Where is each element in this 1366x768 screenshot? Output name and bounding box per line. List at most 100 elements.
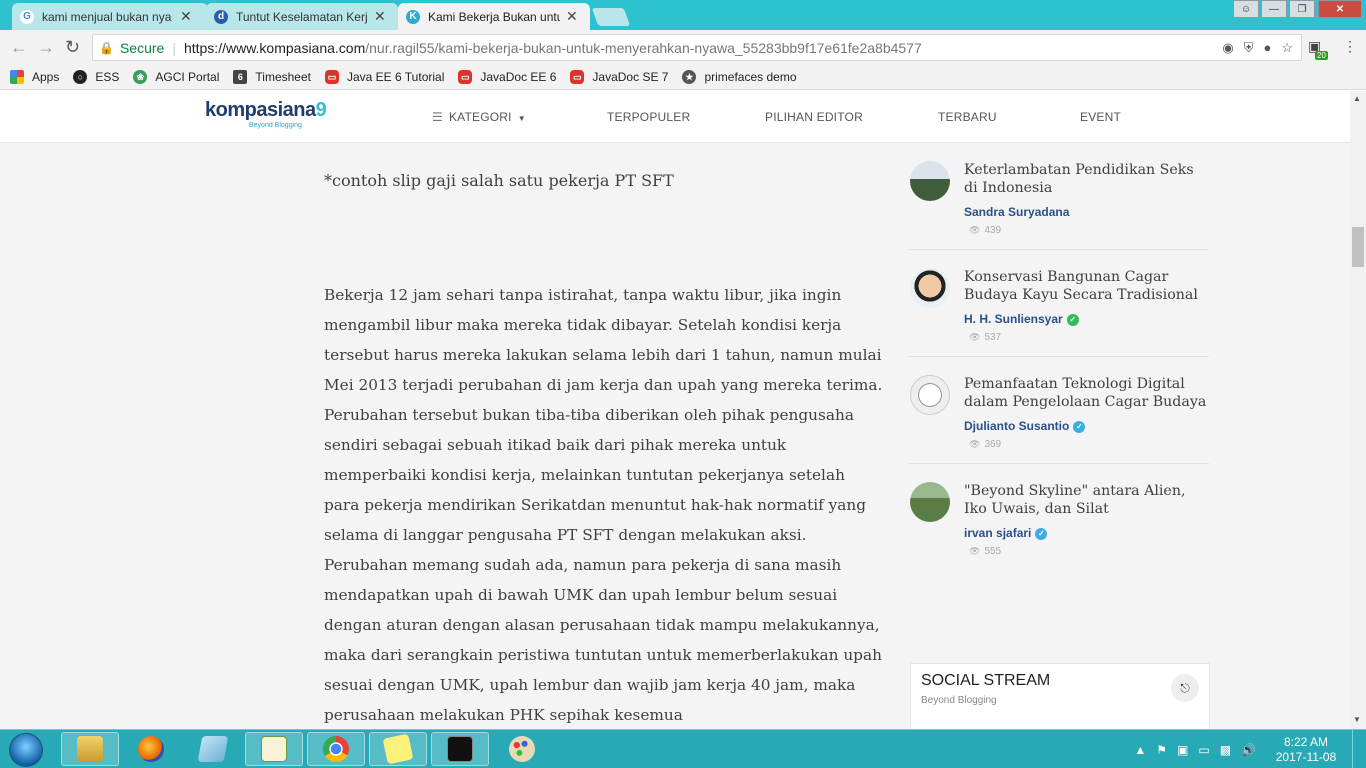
bookmark-label: Apps	[32, 70, 60, 84]
scroll-down-icon[interactable]: ▼	[1353, 715, 1361, 724]
sidebar-item-author[interactable]: Djulianto Susantio ✓	[964, 419, 1086, 433]
paint-icon	[509, 736, 535, 762]
eye-icon: 👁	[969, 332, 981, 342]
taskbar-explorer[interactable]	[61, 732, 119, 766]
bookmark-agci[interactable]: ❀ AGCI Portal	[133, 70, 219, 84]
verified-check-icon: ✓	[1073, 421, 1086, 433]
tab-1[interactable]: d Tuntut Keselamatan Kerja ✕	[206, 3, 398, 30]
network-icon[interactable]: ▩	[1220, 743, 1231, 757]
sidebar-item[interactable]: "Beyond Skyline" antara Alien, Iko Uwais…	[909, 464, 1209, 571]
star-icon[interactable]: ☆	[1281, 40, 1293, 56]
taskbar-firefox[interactable]	[122, 732, 180, 766]
adblock-icon[interactable]: ●	[1263, 40, 1271, 56]
logo-text: kompasiana	[205, 99, 316, 121]
taskbar-cmd[interactable]	[431, 732, 489, 766]
volume-icon[interactable]: 🔊	[1241, 743, 1256, 757]
view-count: 439	[984, 225, 1002, 236]
logo-tagline: Beyond Blogging	[249, 122, 302, 129]
bookmark-label: ESS	[95, 70, 120, 84]
bookmark-timesheet[interactable]: 6 Timesheet	[233, 70, 311, 84]
monitor-icon[interactable]: ▭	[1198, 743, 1209, 757]
sidebar-item[interactable]: Keterlambatan Pendidikan Seks di Indones…	[909, 143, 1209, 250]
taskbar-notepadpp[interactable]	[245, 732, 303, 766]
nav-pilihan-editor[interactable]: PILIHAN EDITOR	[765, 110, 863, 124]
bookmark-apps[interactable]: Apps	[10, 70, 59, 84]
scrollbar-thumb[interactable]	[1352, 227, 1364, 267]
nav-kategori[interactable]: ☰ KATEGORI ▼	[432, 110, 526, 124]
back-icon[interactable]: ←	[10, 38, 28, 56]
extension-badge: 20	[1315, 51, 1328, 60]
close-icon[interactable]: ✕	[374, 8, 386, 25]
bookmark-label: primefaces demo	[704, 70, 797, 84]
site-d-icon: d	[214, 9, 228, 24]
sidebar-item-title[interactable]: Konservasi Bangunan Cagar Budaya Kayu Se…	[964, 268, 1209, 304]
bookmark-primefaces[interactable]: ★ primefaces demo	[682, 70, 797, 84]
minimize-button[interactable]: —	[1261, 0, 1287, 18]
nav-terpopuler[interactable]: TERPOPULER	[607, 110, 690, 124]
sidebar-item-title[interactable]: Pemanfaatan Teknologi Digital dalam Peng…	[964, 375, 1209, 411]
sidebar-item[interactable]: Konservasi Bangunan Cagar Budaya Kayu Se…	[909, 250, 1209, 357]
social-stream-subtitle: Beyond Blogging	[921, 695, 997, 706]
close-window-button[interactable]: ✕	[1318, 0, 1362, 18]
cmd-icon	[447, 736, 473, 762]
clock-date: 2017-11-08	[1275, 749, 1337, 764]
sidebar-item-title[interactable]: "Beyond Skyline" antara Alien, Iko Uwais…	[964, 482, 1209, 518]
sidebar-item-author[interactable]: irvan sjafari ✓	[964, 526, 1048, 540]
lock-icon: 🔒	[99, 40, 114, 55]
maximize-button[interactable]: ❐	[1289, 0, 1315, 18]
sidebar-item-author[interactable]: Sandra Suryadana	[964, 205, 1069, 219]
clock[interactable]: 8:22 AM 2017-11-08	[1266, 735, 1346, 765]
close-icon[interactable]: ✕	[180, 8, 192, 25]
tab-2-active[interactable]: K Kami Bekerja Bukan untu ✕	[398, 3, 590, 30]
bookmark-javadoc-se7[interactable]: ▭ JavaDoc SE 7	[570, 70, 668, 84]
page-scrollbar[interactable]: ▲ ▼	[1350, 91, 1366, 729]
author-name: Sandra Suryadana	[964, 205, 1070, 219]
taskbar-notepad[interactable]	[184, 732, 242, 766]
taskbar-sticky-notes[interactable]	[369, 732, 427, 766]
start-button[interactable]	[3, 731, 51, 767]
bookmark-ess[interactable]: ○ ESS	[73, 70, 119, 84]
avatar	[910, 482, 950, 522]
system-tray: ▲ ⚑ ▣ ▭ ▩ 🔊 8:22 AM 2017-11-08	[1134, 730, 1366, 768]
omnibox-icons: ◉ ⛨ ● ☆	[1222, 40, 1293, 56]
show-desktop-button[interactable]	[1352, 730, 1366, 768]
new-tab-button[interactable]	[591, 8, 631, 26]
kompasiana-icon: K	[406, 9, 420, 24]
oracle-icon: ▭	[458, 70, 473, 84]
menu-icon[interactable]: ⋮	[1343, 38, 1357, 55]
share-icon[interactable]: ⎋	[1171, 674, 1199, 702]
social-stream-widget: SOCIAL STREAM Beyond Blogging ⎋	[910, 663, 1210, 729]
notepadpp-icon	[261, 736, 287, 762]
sidebar-item[interactable]: Pemanfaatan Teknologi Digital dalam Peng…	[909, 357, 1209, 464]
tab-0[interactable]: G kami menjual bukan nya ✕	[12, 3, 208, 30]
chrome-icon	[323, 736, 349, 762]
user-icon[interactable]: ☺	[1233, 0, 1259, 18]
bookmark-java-ee-tutorial[interactable]: ▭ Java EE 6 Tutorial	[324, 70, 444, 84]
nav-terbaru[interactable]: TERBARU	[938, 110, 997, 124]
caret-down-icon: ▼	[517, 114, 526, 123]
shield-icon[interactable]: ⛨	[1244, 40, 1254, 56]
nav-event[interactable]: EVENT	[1080, 110, 1121, 124]
kompasiana-logo[interactable]: kompasiana9 Beyond Blogging	[205, 99, 340, 129]
google-icon: G	[20, 9, 34, 24]
bookmark-javadoc-ee6[interactable]: ▭ JavaDoc EE 6	[458, 70, 556, 84]
flag-icon[interactable]: ⚑	[1156, 743, 1167, 757]
hamburger-icon: ☰	[432, 110, 443, 124]
bookmark-label: JavaDoc SE 7	[592, 70, 669, 84]
eye-icon: 👁	[969, 439, 981, 449]
cookie-blocked-icon[interactable]: ◉	[1222, 40, 1233, 56]
url-host: https://www.kompasiana.com	[183, 39, 366, 56]
primefaces-icon: ★	[682, 70, 697, 84]
address-bar[interactable]: 🔒 Secure | https://www.kompasiana.com /n…	[92, 34, 1302, 61]
scroll-up-icon[interactable]: ▲	[1353, 94, 1361, 103]
show-hidden-icons-icon[interactable]: ▲	[1134, 743, 1146, 757]
sidebar-item-title[interactable]: Keterlambatan Pendidikan Seks di Indones…	[964, 161, 1209, 197]
device-icon[interactable]: ▣	[1177, 743, 1188, 757]
tab-strip: G kami menjual bukan nya ✕ d Tuntut Kese…	[0, 0, 1366, 30]
taskbar-chrome[interactable]	[307, 732, 365, 766]
sidebar-item-author[interactable]: H. H. Sunliensyar ✓	[964, 312, 1079, 326]
taskbar-paint[interactable]	[493, 732, 551, 766]
reload-icon[interactable]: ↻	[65, 38, 80, 56]
forward-icon[interactable]: →	[37, 38, 55, 56]
close-icon[interactable]: ✕	[566, 8, 578, 25]
